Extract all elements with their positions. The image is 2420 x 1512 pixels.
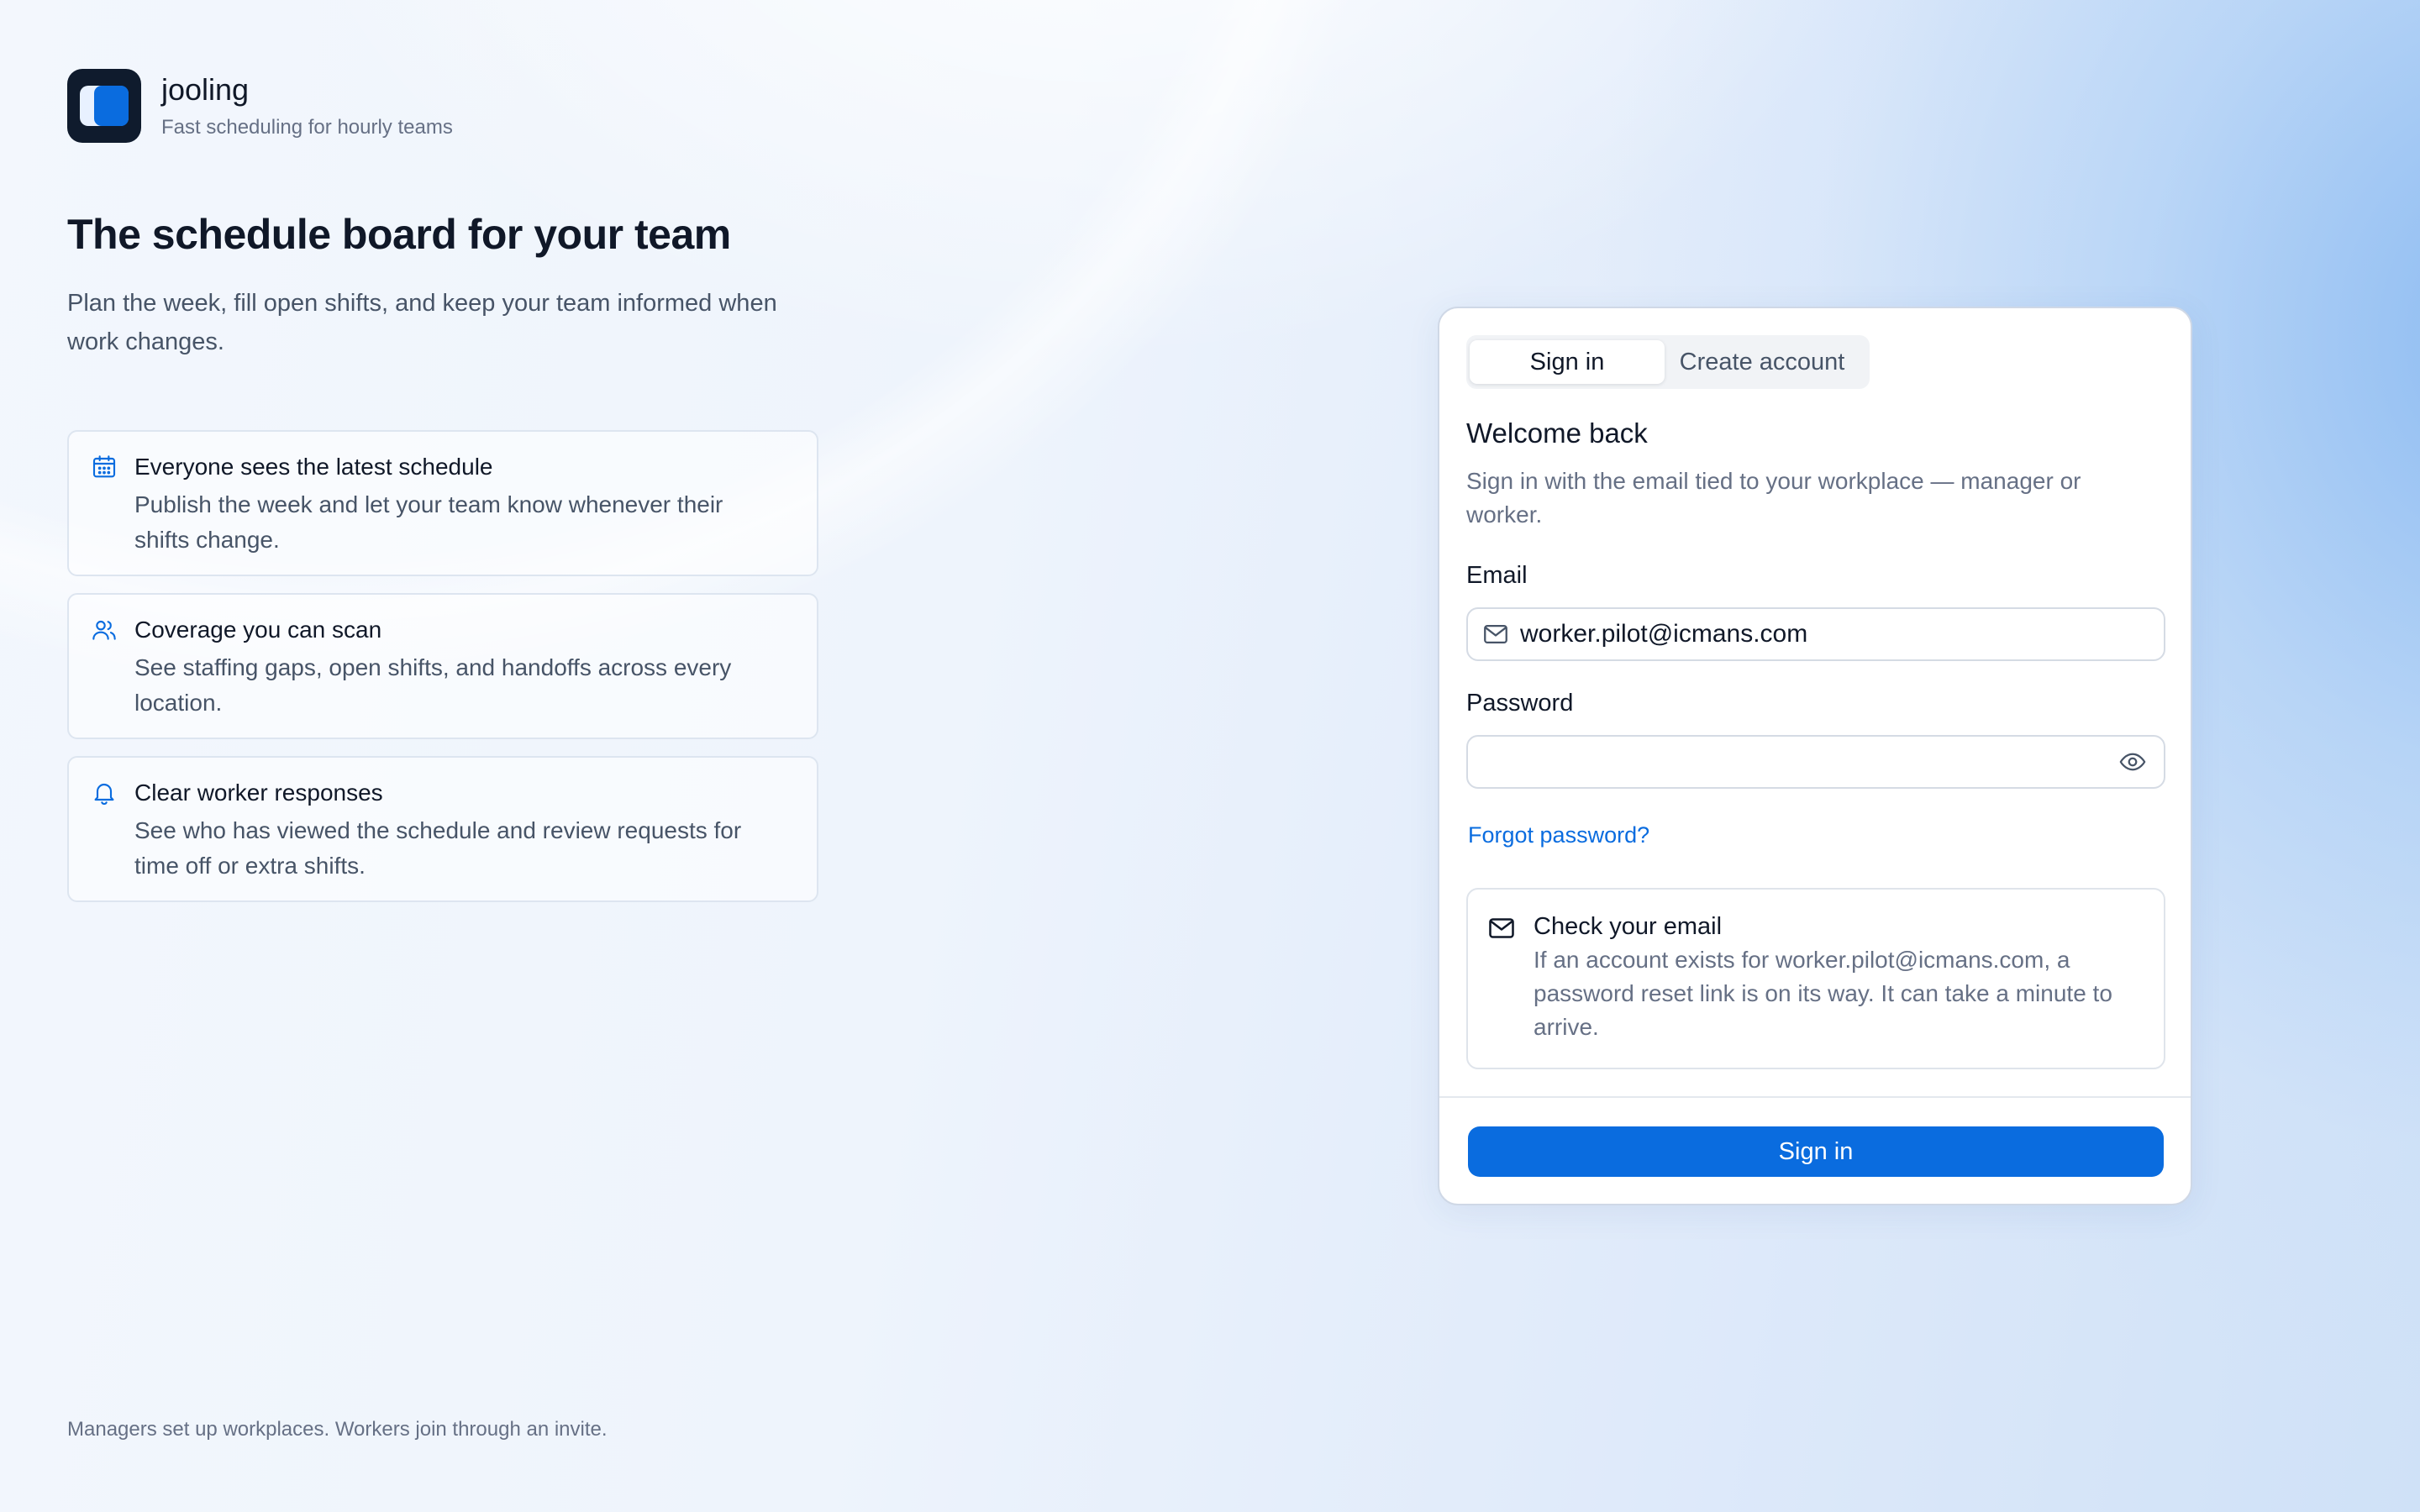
eye-icon[interactable] xyxy=(2118,748,2147,776)
auth-tabs: Sign in Create account xyxy=(1466,335,1870,389)
feature-description: See staffing gaps, open shifts, and hand… xyxy=(134,654,732,716)
email-field-wrapper xyxy=(1466,607,2165,661)
feature-description: Publish the week and let your team know … xyxy=(134,491,723,553)
brand-text: jooling Fast scheduling for hourly teams xyxy=(161,71,453,140)
calendar-icon xyxy=(92,455,116,478)
mail-icon xyxy=(1489,918,1514,938)
mail-icon xyxy=(1484,624,1507,644)
notice-body: If an account exists for worker.pilot@ic… xyxy=(1534,947,2112,1040)
brand-name: jooling xyxy=(161,72,250,107)
email-label: Email xyxy=(1466,562,1528,589)
notice-title: Check your email xyxy=(1534,913,1723,940)
auth-heading: Welcome back xyxy=(1466,417,1648,449)
feature-card-schedule: Everyone sees the latest schedule Publis… xyxy=(67,430,818,576)
password-label: Password xyxy=(1466,690,1574,717)
hero-subtitle: Plan the week, fill open shifts, and kee… xyxy=(67,290,777,355)
email-field[interactable] xyxy=(1520,609,2164,659)
password-field-wrapper xyxy=(1466,735,2165,789)
feature-title: Coverage you can scan xyxy=(134,617,382,643)
auth-subheading: Sign in with the email tied to your work… xyxy=(1466,468,2081,528)
forgot-password-link[interactable]: Forgot password? xyxy=(1468,822,1649,848)
hero-title: The schedule board for your team xyxy=(67,211,731,258)
feature-card-responses: Clear worker responses See who has viewe… xyxy=(67,756,818,902)
password-field[interactable] xyxy=(1488,737,2118,787)
users-icon xyxy=(92,620,116,640)
feature-description: See who has viewed the schedule and revi… xyxy=(134,817,742,879)
feature-title: Clear worker responses xyxy=(134,780,383,806)
feature-title: Everyone sees the latest schedule xyxy=(134,454,493,480)
bell-icon xyxy=(94,784,114,806)
brand-header: jooling Fast scheduling for hourly teams xyxy=(67,69,453,143)
jooling-logo-icon xyxy=(67,69,141,143)
feature-list: Everyone sees the latest schedule Publis… xyxy=(67,430,818,919)
footer-note: Managers set up workplaces. Workers join… xyxy=(67,1418,608,1441)
feature-card-coverage: Coverage you can scan See staffing gaps,… xyxy=(67,593,818,739)
sign-in-button[interactable]: Sign in xyxy=(1468,1126,2164,1177)
tab-sign-in[interactable]: Sign in xyxy=(1470,340,1665,384)
brand-tagline: Fast scheduling for hourly teams xyxy=(161,116,453,139)
card-divider xyxy=(1439,1096,2191,1098)
reset-email-notice: Check your email If an account exists fo… xyxy=(1466,888,2165,1069)
tab-create-account[interactable]: Create account xyxy=(1665,340,1860,384)
auth-card: Sign in Create account Welcome back Sign… xyxy=(1438,307,2192,1205)
